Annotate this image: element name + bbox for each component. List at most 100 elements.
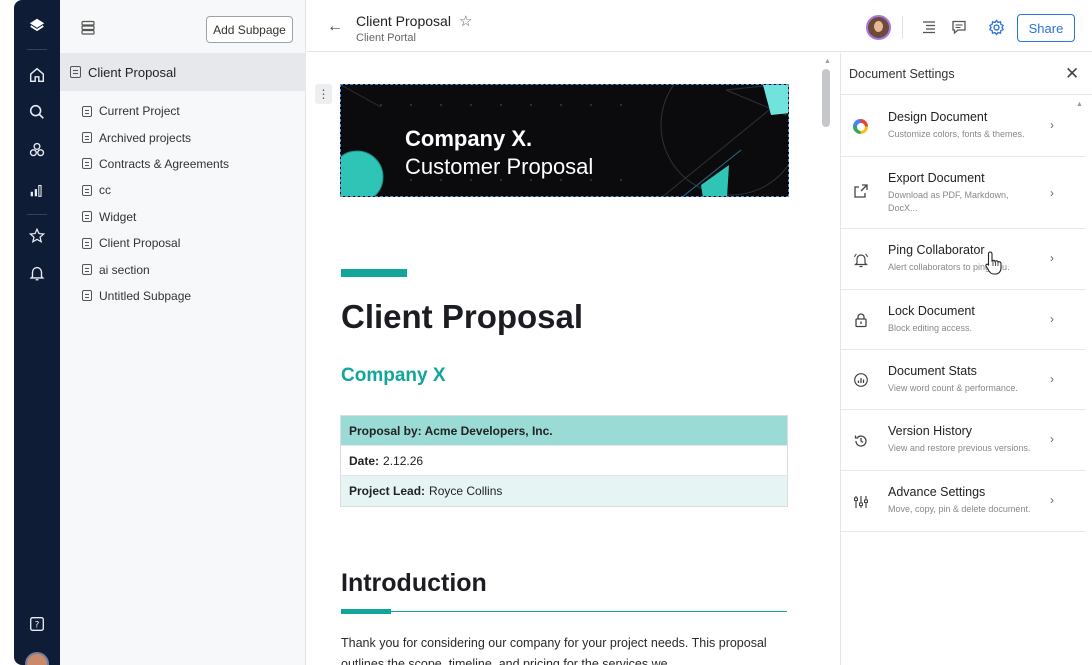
tree-item-label: Current Project bbox=[99, 104, 180, 119]
proposal-info-table[interactable]: Proposal by: Acme Developers, Inc. Date:… bbox=[340, 415, 788, 507]
settings-item-advance[interactable]: Advance Settings Move, copy, pin & delet… bbox=[841, 471, 1085, 532]
tree-item[interactable]: Widget bbox=[82, 204, 229, 230]
settings-item-title: Lock Document bbox=[888, 304, 975, 318]
document-header: ← Client Proposal Client Portal ☆ Share bbox=[307, 0, 1092, 52]
settings-item-desc: Block editing access. bbox=[888, 323, 973, 333]
star-icon[interactable] bbox=[14, 223, 60, 249]
subpage-list: Current Project Archived projects Contra… bbox=[82, 98, 229, 309]
settings-item-title: Advance Settings bbox=[888, 485, 986, 499]
document-title: Client Proposal bbox=[356, 13, 451, 29]
settings-item-desc: Alert collaborators to ping you. bbox=[888, 262, 1010, 272]
tree-item[interactable]: ai section bbox=[82, 256, 229, 282]
database-icon[interactable] bbox=[80, 20, 96, 36]
tree-item-label: cc bbox=[99, 183, 111, 198]
settings-item-title: Design Document bbox=[888, 110, 988, 124]
document-icon bbox=[82, 290, 92, 302]
settings-item-desc: View and restore previous versions. bbox=[888, 443, 1031, 453]
tree-item-label: Untitled Subpage bbox=[99, 288, 192, 303]
tree-item[interactable]: Client Proposal bbox=[82, 230, 229, 256]
table-row[interactable]: Project Lead: Royce Collins bbox=[341, 476, 787, 506]
panel-title: Document Settings bbox=[849, 67, 955, 81]
document-canvas: ⋮ Company X. Customer Proposal ▲ Client … bbox=[307, 53, 840, 665]
settings-item-title: Document Stats bbox=[888, 364, 977, 378]
favorite-star-icon[interactable]: ☆ bbox=[459, 12, 472, 30]
settings-item-history[interactable]: Version History View and restore previou… bbox=[841, 410, 1085, 471]
settings-item-desc: Customize colors, fonts & themes. bbox=[888, 129, 1025, 139]
settings-item-lock[interactable]: Lock Document Block editing access. › bbox=[841, 290, 1085, 350]
history-icon bbox=[854, 435, 867, 447]
section-underline bbox=[341, 611, 787, 612]
intro-paragraph[interactable]: Thank you for considering our company fo… bbox=[341, 633, 781, 665]
company-heading[interactable]: Company X bbox=[341, 365, 446, 387]
share-button[interactable]: Share bbox=[1017, 14, 1075, 42]
scroll-up-arrow-icon[interactable]: ▲ bbox=[824, 58, 831, 65]
settings-item-title: Version History bbox=[888, 424, 973, 438]
banner-subtitle: Customer Proposal bbox=[405, 154, 594, 179]
document-icon bbox=[82, 211, 92, 223]
tree-item[interactable]: Current Project bbox=[82, 98, 229, 124]
settings-item-design[interactable]: Design Document Customize colors, fonts … bbox=[841, 96, 1085, 157]
add-subpage-button[interactable]: Add Subpage bbox=[206, 16, 293, 43]
settings-item-stats[interactable]: Document Stats View word count & perform… bbox=[841, 350, 1085, 410]
comment-icon[interactable] bbox=[951, 20, 967, 34]
breadcrumb[interactable]: Client Portal bbox=[356, 32, 416, 44]
tree-item-label: Archived projects bbox=[99, 130, 192, 145]
palette-ring-icon bbox=[853, 119, 868, 134]
page-title[interactable]: Client Proposal bbox=[341, 298, 583, 336]
settings-item-desc: Move, copy, pin & delete document. bbox=[888, 504, 1031, 514]
tree-item-active[interactable]: Client Proposal bbox=[60, 53, 306, 91]
close-icon[interactable]: ✕ bbox=[1065, 64, 1079, 84]
settings-item-desc: View word count & performance. bbox=[888, 383, 1018, 393]
chevron-right-icon: › bbox=[1050, 118, 1054, 132]
table-cell-value: Royce Collins bbox=[429, 484, 503, 498]
chevron-right-icon: › bbox=[1050, 312, 1054, 326]
settings-gear-icon[interactable] bbox=[988, 19, 1005, 36]
outline-icon[interactable] bbox=[921, 20, 937, 34]
apps-icon[interactable] bbox=[14, 137, 60, 163]
hand-cursor-icon bbox=[985, 251, 1002, 275]
settings-item-desc: Download as PDF, Markdown, DocX... bbox=[888, 190, 1009, 213]
collaborator-avatar[interactable] bbox=[866, 15, 891, 40]
tree-item[interactable]: Archived projects bbox=[82, 124, 229, 150]
svg-text:?: ? bbox=[35, 621, 40, 631]
cover-banner[interactable]: Company X. Customer Proposal bbox=[340, 84, 789, 197]
tree-item[interactable]: Contracts & Agreements bbox=[82, 151, 229, 177]
page-tree-sidebar: Add Subpage Client Proposal Current Proj… bbox=[60, 0, 306, 665]
tree-item[interactable]: Untitled Subpage bbox=[82, 283, 229, 309]
table-cell-label: Date: bbox=[349, 453, 380, 468]
document-icon bbox=[70, 66, 81, 78]
table-cell-value: 2.12.26 bbox=[383, 453, 424, 468]
settings-item-export[interactable]: Export Document Download as PDF, Markdow… bbox=[841, 157, 1085, 229]
user-avatar[interactable] bbox=[25, 652, 49, 665]
section-heading[interactable]: Introduction bbox=[341, 569, 487, 598]
divider bbox=[902, 16, 903, 38]
settings-item-ping[interactable]: Ping Collaborator Alert collaborators to… bbox=[841, 229, 1085, 290]
notifications-icon[interactable] bbox=[14, 260, 60, 286]
table-row[interactable]: Date: 2.12.26 bbox=[341, 446, 787, 476]
block-drag-handle[interactable]: ⋮ bbox=[315, 84, 332, 104]
search-icon[interactable] bbox=[14, 99, 60, 125]
document-icon bbox=[82, 132, 92, 144]
stats-icon bbox=[854, 373, 868, 387]
back-arrow-icon[interactable]: ← bbox=[327, 19, 343, 35]
document-scrollbar[interactable] bbox=[822, 69, 830, 127]
section-underline-accent bbox=[341, 609, 391, 614]
home-icon[interactable] bbox=[14, 62, 60, 88]
document-icon bbox=[82, 264, 92, 276]
bell-icon bbox=[854, 253, 868, 268]
chevron-right-icon: › bbox=[1050, 372, 1054, 386]
tree-item[interactable]: cc bbox=[82, 177, 229, 203]
table-cell: Proposal by: Acme Developers, Inc. bbox=[349, 423, 553, 438]
table-cell-label: Project Lead: bbox=[349, 484, 426, 498]
chevron-right-icon: › bbox=[1050, 186, 1054, 200]
app-logo-icon[interactable] bbox=[14, 13, 60, 39]
app-rail: ? bbox=[14, 0, 60, 665]
tree-item-label: Client Proposal bbox=[99, 236, 181, 251]
tree-item-label: Client Proposal bbox=[88, 64, 177, 80]
chevron-right-icon: › bbox=[1050, 251, 1054, 265]
document-settings-panel: Document Settings ✕ ▲ Design Document Cu… bbox=[840, 53, 1092, 665]
analytics-icon[interactable] bbox=[14, 177, 60, 203]
help-icon[interactable]: ? bbox=[14, 611, 60, 637]
chevron-right-icon: › bbox=[1050, 432, 1054, 446]
table-row[interactable]: Proposal by: Acme Developers, Inc. bbox=[341, 416, 787, 446]
